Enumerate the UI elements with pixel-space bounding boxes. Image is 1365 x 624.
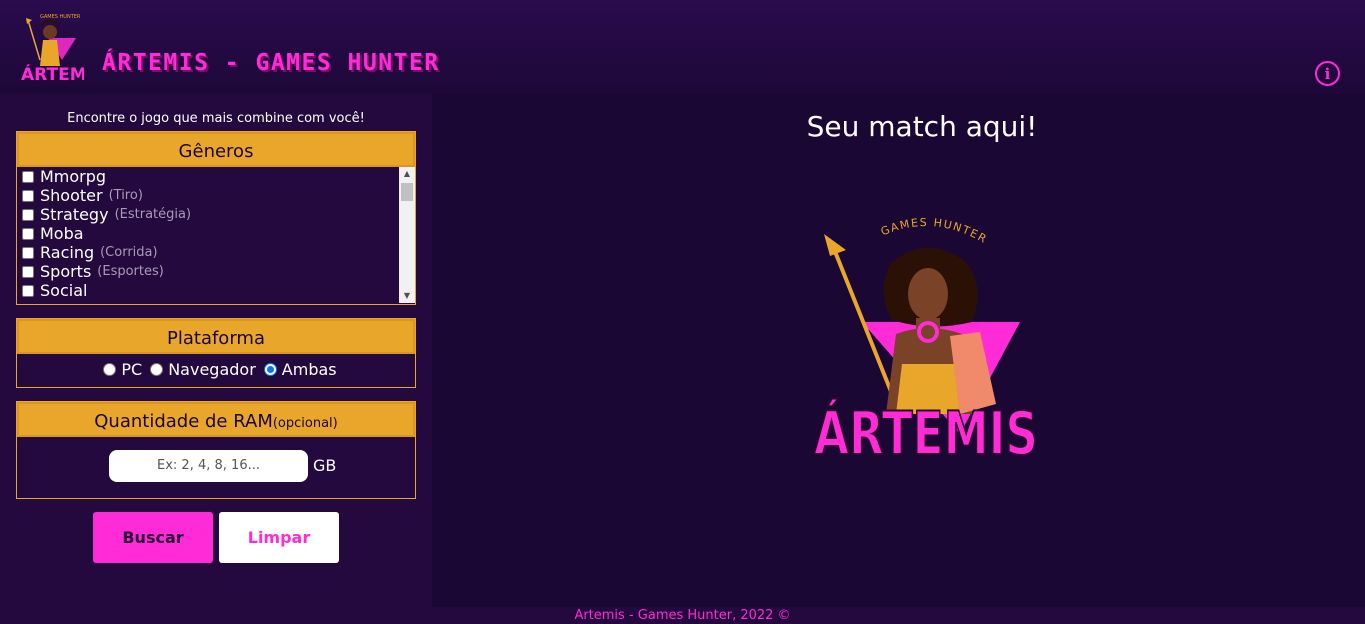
platform-box: Plataforma PC Navegador Ambas [16, 318, 416, 388]
logo-subtitle: GAMES HUNTER [879, 216, 988, 246]
site-title: ÁRTEMIS - GAMES HUNTER [102, 50, 440, 76]
genre-label: Social [40, 281, 88, 300]
genre-checkbox[interactable] [22, 170, 34, 183]
logo-wordmark: ÁRTEMIS [814, 398, 1038, 469]
genres-scrollbar[interactable]: ▲ ▼ [399, 167, 415, 303]
genre-checkbox[interactable] [22, 227, 34, 240]
clear-button[interactable]: Limpar [219, 512, 339, 563]
genre-checkbox[interactable] [22, 189, 34, 202]
genre-item-moba[interactable]: Moba [17, 224, 415, 243]
artemis-logo-large: GAMES HUNTER ÁRTEMIS [813, 216, 1039, 470]
genre-label: Sports [40, 262, 92, 281]
genre-item-mmorpg[interactable]: Mmorpg [17, 167, 415, 186]
genre-label: Racing [40, 243, 95, 262]
svg-text:GAMES HUNTER: GAMES HUNTER [40, 14, 81, 20]
genre-checkbox[interactable] [22, 284, 34, 297]
platform-radio-pc[interactable] [103, 363, 117, 376]
scroll-thumb[interactable] [401, 183, 413, 201]
ram-unit: GB [313, 456, 337, 475]
genre-label: Moba [40, 224, 84, 243]
genre-item-sports[interactable]: Sports (Esportes) [17, 262, 415, 281]
ram-box: Quantidade de RAM(opcional) Ex: 2, 4, 8,… [16, 401, 416, 499]
ram-optional-label: (opcional) [272, 416, 338, 431]
sidebar: Encontre o jogo que mais combine com voc… [0, 94, 432, 624]
info-icon[interactable]: i [1315, 61, 1340, 86]
platform-radio-ambas[interactable] [263, 363, 277, 376]
svg-text:GAMES HUNTER: GAMES HUNTER [879, 216, 990, 246]
genre-item-social[interactable]: Social [17, 281, 415, 300]
genre-item-shooter[interactable]: Shooter (Tiro) [17, 186, 415, 205]
genre-label: Shooter [40, 186, 103, 205]
genre-label: Strategy [40, 205, 109, 224]
scroll-down-icon[interactable]: ▼ [399, 289, 415, 303]
genre-sublabel: (Esportes) [97, 264, 164, 279]
header: GAMES HUNTER ÁRTEMIS ÁRTEMIS - GAMES HUN… [0, 0, 1365, 94]
platform-label-navegador: Navegador [168, 360, 256, 379]
genre-label: Mmorpg [40, 167, 107, 186]
genre-checkbox[interactable] [22, 246, 34, 259]
footer: Artemis - Games Hunter, 2022 © [0, 607, 1365, 624]
scroll-up-icon[interactable]: ▲ [399, 167, 415, 181]
genre-item-racing[interactable]: Racing (Corrida) [17, 243, 415, 262]
platform-title: Plataforma [17, 319, 415, 354]
ram-row: Ex: 2, 4, 8, 16... GB [17, 437, 415, 497]
main-panel: Seu match aqui! GAMES HUNTER ÁRTEMIS [432, 94, 1365, 607]
ram-title-bar: Quantidade de RAM(opcional) [17, 402, 415, 437]
genre-item-strategy[interactable]: Strategy (Estratégia) [17, 205, 415, 224]
genre-sublabel: (Estratégia) [114, 207, 192, 222]
search-button[interactable]: Buscar [93, 512, 213, 563]
platform-label-ambas: Ambas [281, 360, 337, 379]
platform-label-pc: PC [121, 360, 143, 379]
sidebar-intro: Encontre o jogo que mais combine com voc… [67, 111, 365, 126]
match-title: Seu match aqui! [806, 110, 1038, 143]
genres-list[interactable]: Mmorpg Shooter (Tiro) Strategy (Estratég… [17, 167, 415, 303]
genres-title: Gêneros [17, 132, 415, 167]
genre-checkbox[interactable] [22, 265, 34, 278]
genre-checkbox[interactable] [22, 208, 34, 221]
svg-text:ÁRTEMIS: ÁRTEMIS [21, 63, 84, 85]
ram-input[interactable]: Ex: 2, 4, 8, 16... [109, 450, 308, 482]
platform-radio-navegador[interactable] [150, 363, 164, 376]
ram-title: Quantidade de RAM [94, 411, 273, 432]
platform-options: PC Navegador Ambas [17, 354, 415, 385]
genre-sublabel: (Corrida) [100, 245, 158, 260]
genres-box: Gêneros Mmorpg Shooter (Tiro) Strategy (… [16, 131, 416, 305]
artemis-logo-small[interactable]: GAMES HUNTER ÁRTEMIS [18, 8, 84, 86]
genre-sublabel: (Tiro) [108, 188, 143, 203]
